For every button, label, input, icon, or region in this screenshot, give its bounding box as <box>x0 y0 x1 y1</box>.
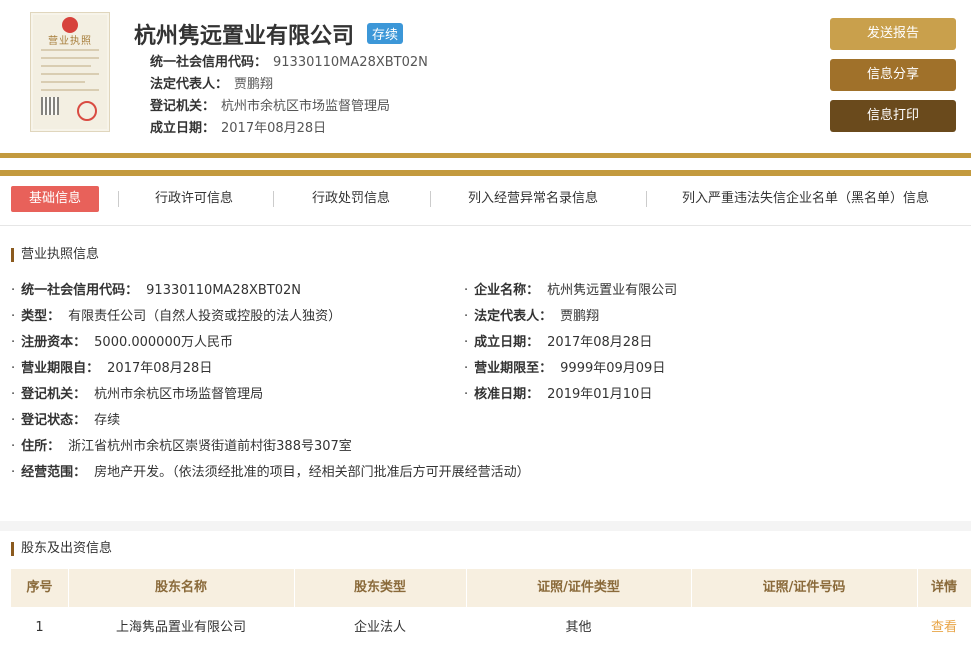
section-separator <box>0 521 971 531</box>
header-divider-bottom <box>0 170 971 176</box>
official-seal-icon <box>77 101 97 121</box>
authority-row: 登记机关： 杭州市余杭区市场监督管理局 <box>150 95 390 114</box>
col-header-shareholder-name: 股东名称 <box>154 580 207 595</box>
field-address: · 住所： 浙江省杭州市余杭区崇贤街道前村街388号307室 <box>11 439 352 454</box>
tab-separator <box>430 191 431 207</box>
business-license-image[interactable]: 营业执照 <box>30 12 110 132</box>
tabs-divider <box>0 225 971 226</box>
credit-code-row: 统一社会信用代码： 91330110MA28XBT02N <box>150 51 428 70</box>
authority-label: 登记机关： <box>150 99 216 114</box>
legal-rep-row: 法定代表人： 贾鹏翔 <box>150 73 273 92</box>
field-business-scope: · 经营范围： 房地产开发。（依法须经批准的项目，经相关部门批准后方可开展经营活动） <box>11 465 530 480</box>
tab-separator <box>646 191 647 207</box>
view-detail-link[interactable]: 查看 <box>917 609 971 647</box>
field-company-name: · 企业名称： 杭州隽远置业有限公司 <box>464 283 678 298</box>
established-label: 成立日期： <box>150 121 216 136</box>
tab-admin-license[interactable]: 行政许可信息 <box>155 186 233 212</box>
field-term-from: · 营业期限自： 2017年08月28日 <box>11 361 213 376</box>
tab-abnormal-list[interactable]: 列入经营异常名录信息 <box>468 186 598 212</box>
field-company-type: · 类型： 有限责任公司（自然人投资或控股的法人独资） <box>11 309 342 324</box>
row-shareholder-type: 企业法人 <box>353 620 406 635</box>
tab-admin-penalty[interactable]: 行政处罚信息 <box>312 186 390 212</box>
field-registered-capital: · 注册资本： 5000.000000万人民币 <box>11 335 233 350</box>
row-shareholder-name: 上海隽品置业有限公司 <box>115 620 246 635</box>
shareholder-section-title: 股东及出资信息 <box>11 542 112 556</box>
tab-blacklist[interactable]: 列入严重违法失信企业名单（黑名单）信息 <box>682 186 929 212</box>
license-image-title: 营业执照 <box>48 36 92 47</box>
share-info-button[interactable]: 信息分享 <box>830 59 956 91</box>
tab-separator <box>273 191 274 207</box>
legal-rep-label: 法定代表人： <box>150 77 229 92</box>
license-section-title: 营业执照信息 <box>11 248 99 262</box>
field-status: · 登记状态： 存续 <box>11 413 121 428</box>
authority-value: 杭州市余杭区市场监督管理局 <box>221 99 391 114</box>
status-badge: 存续 <box>367 23 404 44</box>
credit-code-value: 91330110MA28XBT02N <box>273 55 428 70</box>
national-emblem-icon <box>62 17 78 33</box>
field-approval-date: · 核准日期： 2019年01月10日 <box>464 387 653 402</box>
legal-rep-value: 贾鹏翔 <box>234 77 274 92</box>
header-divider-top <box>0 153 971 158</box>
tab-basic-info[interactable]: 基础信息 <box>11 186 99 212</box>
send-report-button[interactable]: 发送报告 <box>830 18 956 50</box>
field-credit-code: · 统一社会信用代码： 91330110MA28XBT02N <box>11 283 302 298</box>
col-header-index: 序号 <box>26 580 53 595</box>
print-info-button[interactable]: 信息打印 <box>830 100 956 132</box>
credit-code-label: 统一社会信用代码： <box>150 55 268 70</box>
established-value: 2017年08月28日 <box>221 121 327 136</box>
company-name: 杭州隽远置业有限公司 <box>134 24 355 49</box>
row-index: 1 <box>35 620 44 635</box>
field-established: · 成立日期： 2017年08月28日 <box>464 335 653 350</box>
col-header-detail: 详情 <box>930 580 957 595</box>
field-legal-rep: · 法定代表人： 贾鹏翔 <box>464 309 600 324</box>
col-header-id-type: 证照/证件类型 <box>537 580 620 595</box>
field-authority: · 登记机关： 杭州市余杭区市场监督管理局 <box>11 387 264 402</box>
qr-code-icon <box>41 97 59 115</box>
field-term-to: · 营业期限至： 9999年09月09日 <box>464 361 666 376</box>
row-id-type: 其他 <box>565 620 592 635</box>
established-row: 成立日期： 2017年08月28日 <box>150 117 326 136</box>
tab-separator <box>118 191 119 207</box>
col-header-id-number: 证照/证件号码 <box>762 580 846 595</box>
row-id-number <box>691 609 917 647</box>
col-header-shareholder-type: 股东类型 <box>353 580 406 595</box>
